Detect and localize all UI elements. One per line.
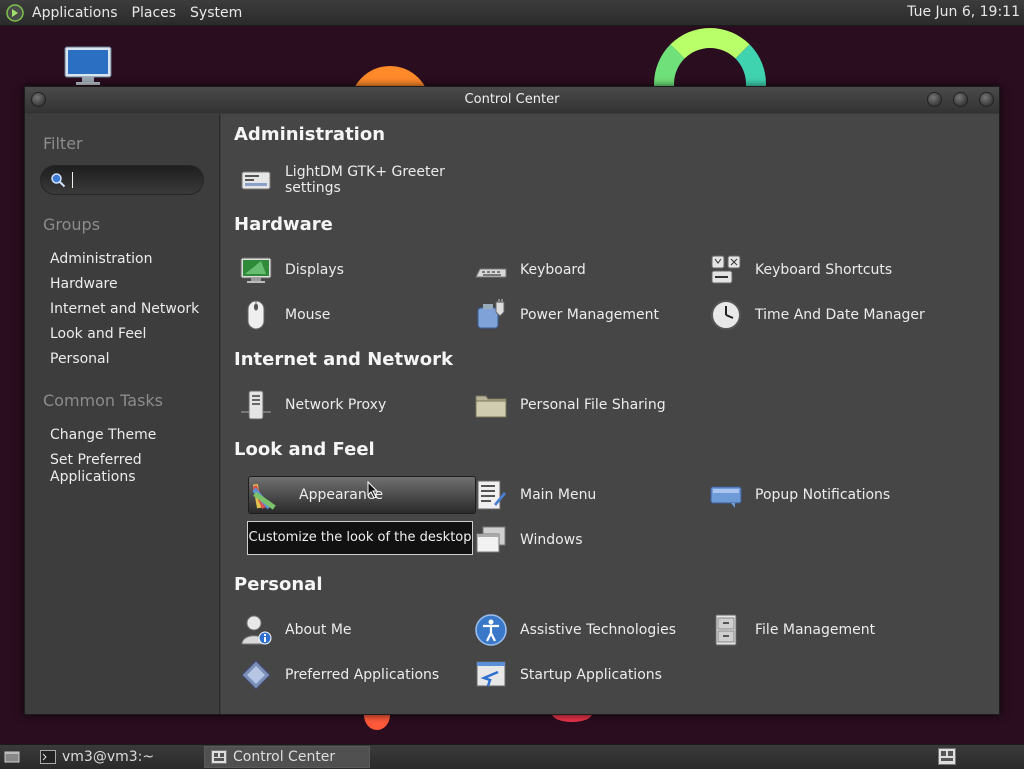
item-label: Windows — [520, 532, 583, 548]
item-label: Network Proxy — [285, 397, 387, 413]
item-network-proxy[interactable]: Network Proxy — [235, 386, 463, 424]
item-label: File Management — [755, 622, 876, 638]
item-preferred-applications[interactable]: Preferred Applications — [235, 656, 463, 694]
item-label: Keyboard Shortcuts — [755, 262, 893, 278]
group-link-look-and-feel[interactable]: Look and Feel — [50, 326, 146, 342]
common-tasks-heading: Common Tasks — [43, 391, 164, 410]
item-label: Main Menu — [520, 487, 597, 503]
item-mouse[interactable]: Mouse — [235, 296, 463, 334]
section-title-look-and-feel: Look and Feel — [234, 439, 375, 460]
display-manager-icon — [241, 171, 271, 190]
group-link-hardware[interactable]: Hardware — [50, 276, 118, 292]
search-input[interactable] — [75, 170, 199, 192]
group-link-personal[interactable]: Personal — [50, 351, 110, 367]
content-area: Administration LightDM GTK+ Greeter sett… — [221, 114, 999, 714]
taskbar-label: Control Center — [233, 749, 336, 765]
item-lightdm-settings[interactable]: LightDM GTK+ Greeter settings — [235, 161, 463, 199]
notification-icon — [710, 486, 742, 508]
item-main-menu[interactable]: Main Menu — [470, 476, 698, 514]
window-title: Control Center — [464, 92, 560, 107]
control-center-icon — [211, 750, 227, 764]
minimize-button[interactable] — [927, 92, 942, 107]
applications-menu[interactable]: Applications — [32, 5, 118, 21]
mouse-icon — [247, 300, 265, 330]
appearance-tooltip: Customize the look of the desktop — [247, 521, 473, 555]
item-label: LightDM GTK+ Greeter settings — [285, 164, 445, 196]
file-cabinet-icon — [715, 614, 737, 646]
item-personal-file-sharing[interactable]: Personal File Sharing — [470, 386, 698, 424]
item-file-management[interactable]: File Management — [705, 611, 933, 649]
section-title-personal: Personal — [234, 574, 323, 595]
main-menu-icon — [477, 480, 506, 510]
item-label: Keyboard — [520, 262, 586, 278]
clock[interactable]: Tue Jun 6, 19:11 — [907, 4, 1020, 20]
item-popup-notifications[interactable]: Popup Notifications — [705, 476, 933, 514]
item-label: Assistive Technologies — [520, 622, 677, 638]
windows-icon — [476, 526, 506, 553]
accessibility-icon — [475, 614, 507, 646]
item-label: Popup Notifications — [755, 487, 891, 503]
task-link-change-theme[interactable]: Change Theme — [50, 427, 156, 443]
section-title-internet-and-network: Internet and Network — [234, 349, 453, 370]
item-label: Personal File Sharing — [520, 397, 666, 413]
show-desktop-icon[interactable] — [4, 749, 20, 765]
group-link-administration[interactable]: Administration — [50, 251, 152, 267]
item-assistive-technologies[interactable]: Assistive Technologies — [470, 611, 698, 649]
mouse-pointer-icon — [367, 481, 379, 499]
control-center-window: Control Center Filter Groups Administrat… — [24, 86, 1000, 715]
item-appearance[interactable]: Appearance — [248, 476, 476, 514]
item-keyboard[interactable]: Keyboard — [470, 251, 698, 289]
monitor-icon — [240, 257, 272, 283]
mate-logo-icon[interactable] — [6, 3, 24, 22]
item-label: Power Management — [520, 307, 660, 323]
search-icon — [51, 173, 66, 188]
close-button[interactable] — [979, 92, 994, 107]
terminal-icon — [40, 750, 56, 764]
item-label: Preferred Applications — [285, 667, 440, 683]
item-label: Time And Date Manager — [755, 307, 925, 323]
taskbar-item-terminal[interactable]: vm3@vm3:~ — [34, 746, 200, 768]
keyboard-icon — [475, 268, 507, 278]
keyboard-shortcuts-icon — [711, 255, 741, 284]
sidebar: Filter Groups Administration Hardware In… — [25, 114, 220, 714]
clock-icon — [711, 300, 741, 330]
search-field[interactable] — [40, 165, 204, 195]
appearance-icon — [253, 483, 276, 510]
tray-control-center-icon[interactable] — [938, 748, 956, 765]
task-link-set-preferred-applications[interactable]: Set Preferred Applications — [50, 452, 180, 486]
window-titlebar[interactable]: Control Center — [25, 87, 999, 113]
user-info-icon — [241, 615, 272, 645]
places-menu[interactable]: Places — [132, 5, 177, 21]
item-label: Mouse — [285, 307, 331, 323]
power-icon — [477, 299, 505, 329]
item-displays[interactable]: Displays — [235, 251, 463, 289]
filter-heading: Filter — [43, 134, 83, 153]
computer-desktop-icon[interactable] — [64, 46, 112, 86]
section-title-administration: Administration — [234, 124, 386, 145]
startup-apps-icon — [476, 661, 506, 687]
window-menu-button[interactable] — [31, 92, 46, 107]
item-label: Displays — [285, 262, 344, 278]
text-caret — [72, 172, 73, 188]
top-panel: Applications Places System Tue Jun 6, 19… — [0, 0, 1024, 26]
item-time-and-date[interactable]: Time And Date Manager — [705, 296, 933, 334]
preferred-apps-icon — [241, 660, 271, 690]
folder-share-icon — [475, 395, 507, 418]
item-windows[interactable]: Windows — [470, 521, 698, 559]
item-keyboard-shortcuts[interactable]: Keyboard Shortcuts — [705, 251, 933, 289]
maximize-button[interactable] — [953, 92, 968, 107]
taskbar-label: vm3@vm3:~ — [62, 749, 155, 765]
item-about-me[interactable]: About Me — [235, 611, 463, 649]
item-startup-applications[interactable]: Startup Applications — [470, 656, 698, 694]
item-label: About Me — [285, 622, 352, 638]
item-label: Startup Applications — [520, 667, 662, 683]
bottom-panel: vm3@vm3:~ Control Center — [0, 744, 1024, 769]
group-link-internet-and-network[interactable]: Internet and Network — [50, 301, 199, 317]
network-proxy-icon — [241, 390, 271, 420]
system-menu[interactable]: System — [190, 5, 242, 21]
section-title-hardware: Hardware — [234, 214, 333, 235]
taskbar-item-control-center[interactable]: Control Center — [204, 746, 370, 768]
groups-heading: Groups — [43, 215, 101, 234]
item-power-management[interactable]: Power Management — [470, 296, 698, 334]
